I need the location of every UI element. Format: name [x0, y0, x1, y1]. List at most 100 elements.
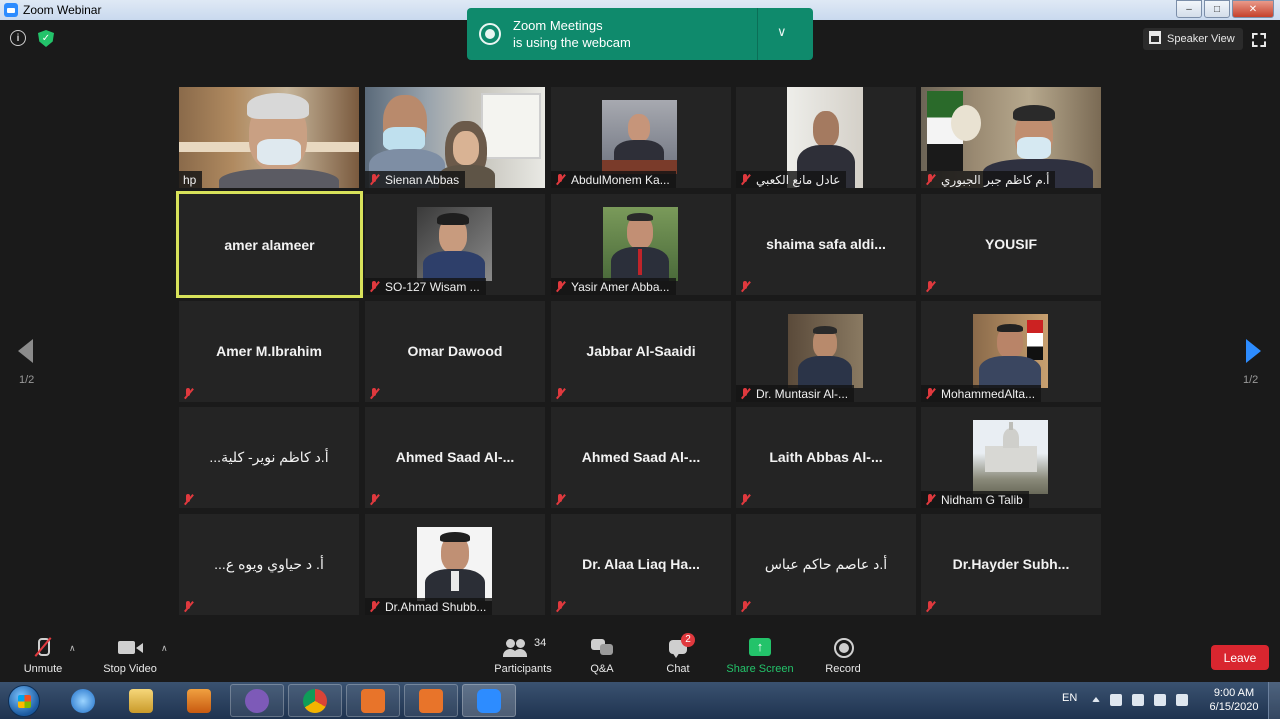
share-screen-icon: [749, 637, 771, 659]
notification-subtitle: is using the webcam: [513, 35, 631, 50]
participant-tile[interactable]: Ahmed Saad Al-...: [365, 407, 545, 508]
participant-tile[interactable]: AbdulMonem Ka...: [551, 87, 731, 188]
network-signal-icon[interactable]: [1154, 694, 1166, 706]
leave-button[interactable]: Leave: [1211, 645, 1269, 670]
qa-icon: [590, 637, 614, 659]
mic-off-icon: [740, 388, 751, 399]
taskbar-app-screen-recorder-2[interactable]: [404, 684, 458, 717]
participant-tile[interactable]: hp: [179, 87, 359, 188]
audio-options-caret[interactable]: ∧: [69, 643, 76, 654]
show-hidden-icons-icon[interactable]: [1092, 697, 1100, 702]
shield-icon[interactable]: ✓: [38, 30, 54, 47]
participant-name: shaima safa aldi...: [766, 236, 886, 252]
participants-label: Participants: [494, 663, 552, 675]
speaker-view-button[interactable]: Speaker View: [1143, 28, 1243, 50]
participant-tile[interactable]: Nidham G Talib: [921, 407, 1101, 508]
taskbar-app-zoom[interactable]: [462, 684, 516, 717]
taskbar-app-media-player[interactable]: [172, 684, 226, 717]
share-screen-button[interactable]: Share Screen: [726, 637, 794, 675]
record-button[interactable]: Record: [822, 637, 864, 675]
device-icon[interactable]: [1132, 694, 1144, 706]
participant-tile[interactable]: Jabbar Al-Saaidi: [551, 301, 731, 402]
zoom-icon: [477, 688, 501, 713]
zoom-logo-icon: [4, 3, 18, 17]
participant-tile[interactable]: shaima safa aldi...: [736, 194, 916, 295]
previous-page-button[interactable]: [18, 339, 33, 363]
participant-tile[interactable]: أ.د عاصم حاكم عباس: [736, 514, 916, 615]
clock[interactable]: 9:00 AM 6/15/2020: [1204, 686, 1264, 714]
qa-label: Q&A: [590, 663, 614, 675]
participant-tile[interactable]: Omar Dawood: [365, 301, 545, 402]
flag-icon[interactable]: [1110, 694, 1122, 706]
speaker-view-label: Speaker View: [1167, 33, 1235, 45]
participant-name: Dr.Ahmad Shubb...: [365, 598, 493, 615]
mic-off-icon: [183, 388, 194, 399]
mic-off-icon: [740, 281, 751, 292]
clock-date: 6/15/2020: [1209, 701, 1259, 713]
taskbar-app-chrome[interactable]: [288, 684, 342, 717]
show-desktop-button[interactable]: [1268, 682, 1280, 719]
participants-count: 34: [534, 637, 547, 649]
chat-button[interactable]: 2 Chat: [662, 633, 695, 675]
participant-tile[interactable]: Sienan Abbas: [365, 87, 545, 188]
video-options-caret[interactable]: ∧: [161, 643, 168, 654]
participant-tile[interactable]: أ. د حياوي ويوه ع...: [179, 514, 359, 615]
mic-off-icon: [369, 281, 380, 292]
maximize-button[interactable]: □: [1204, 0, 1230, 18]
chrome-icon: [303, 688, 327, 713]
stop-video-button[interactable]: Stop Video: [100, 637, 160, 675]
participant-tile[interactable]: Dr.Hayder Subh...: [921, 514, 1101, 615]
minimize-button[interactable]: –: [1176, 0, 1202, 18]
participants-button[interactable]: 34 Participants: [492, 637, 554, 675]
mic-off-icon: [740, 601, 751, 612]
participant-tile[interactable]: Dr. Alaa Liaq Ha...: [551, 514, 731, 615]
participant-tile[interactable]: أ.د كاظم نوير- كلية...: [179, 407, 359, 508]
participant-name: أ.د كاظم نوير- كلية...: [209, 449, 329, 465]
unmute-button[interactable]: Unmute: [18, 637, 68, 675]
close-button[interactable]: ✕: [1232, 0, 1274, 18]
participant-tile[interactable]: Amer M.Ibrahim: [179, 301, 359, 402]
participant-tile[interactable]: Ahmed Saad Al-...: [551, 407, 731, 508]
chat-label: Chat: [666, 663, 690, 675]
participant-tile[interactable]: Yasir Amer Abba...: [551, 194, 731, 295]
input-language[interactable]: EN: [1062, 692, 1077, 704]
chevron-down-icon[interactable]: ∨: [777, 24, 787, 40]
chat-icon: 2: [667, 633, 695, 659]
participant-tile[interactable]: SO-127 Wisam ...: [365, 194, 545, 295]
next-page-button[interactable]: [1246, 339, 1261, 363]
record-icon: [833, 637, 854, 659]
participant-tile[interactable]: MohammedAlta...: [921, 301, 1101, 402]
participant-tile[interactable]: عادل مانع الكعبي: [736, 87, 916, 188]
participant-tile[interactable]: YOUSIF: [921, 194, 1101, 295]
participant-name: أ.م كاظم جبر الجبوري: [921, 171, 1056, 188]
fullscreen-icon[interactable]: [1252, 33, 1266, 47]
start-button[interactable]: [8, 685, 40, 717]
taskbar-app-internet-explorer[interactable]: [56, 684, 110, 717]
participant-name: أ. د حياوي ويوه ع...: [214, 556, 324, 572]
participant-tile[interactable]: Dr. Muntasir Al-...: [736, 301, 916, 402]
recorder-icon: [419, 688, 443, 713]
participant-name: Jabbar Al-Saaidi: [586, 343, 696, 359]
chat-unread-badge: 2: [681, 633, 695, 647]
mic-off-icon: [740, 174, 751, 185]
mic-off-icon: [183, 494, 194, 505]
taskbar-app-viber[interactable]: [230, 684, 284, 717]
qa-button[interactable]: Q&A: [584, 637, 620, 675]
participant-tile[interactable]: Laith Abbas Al-...: [736, 407, 916, 508]
participant-name: Nidham G Talib: [921, 491, 1029, 508]
taskbar-app-screen-recorder[interactable]: [346, 684, 400, 717]
participant-name: عادل مانع الكعبي: [736, 171, 847, 188]
participant-tile[interactable]: Dr.Ahmad Shubb...: [365, 514, 545, 615]
volume-icon[interactable]: [1176, 694, 1188, 706]
participant-tile[interactable]: أ.م كاظم جبر الجبوري: [921, 87, 1101, 188]
page-indicator-left: 1/2: [19, 374, 35, 386]
meeting-toolbar: Unmute ∧ Stop Video ∧ 34 Participants Q&…: [0, 625, 1280, 682]
participant-tile-active-speaker[interactable]: amer alameer: [176, 191, 363, 298]
webcam-icon: [479, 23, 501, 45]
mic-off-icon: [183, 601, 194, 612]
participants-icon: 34: [502, 637, 546, 659]
info-icon[interactable]: i: [10, 30, 26, 46]
taskbar-app-explorer[interactable]: [114, 684, 168, 717]
participant-name: Dr. Alaa Liaq Ha...: [582, 556, 700, 572]
mic-off-icon: [369, 601, 380, 612]
